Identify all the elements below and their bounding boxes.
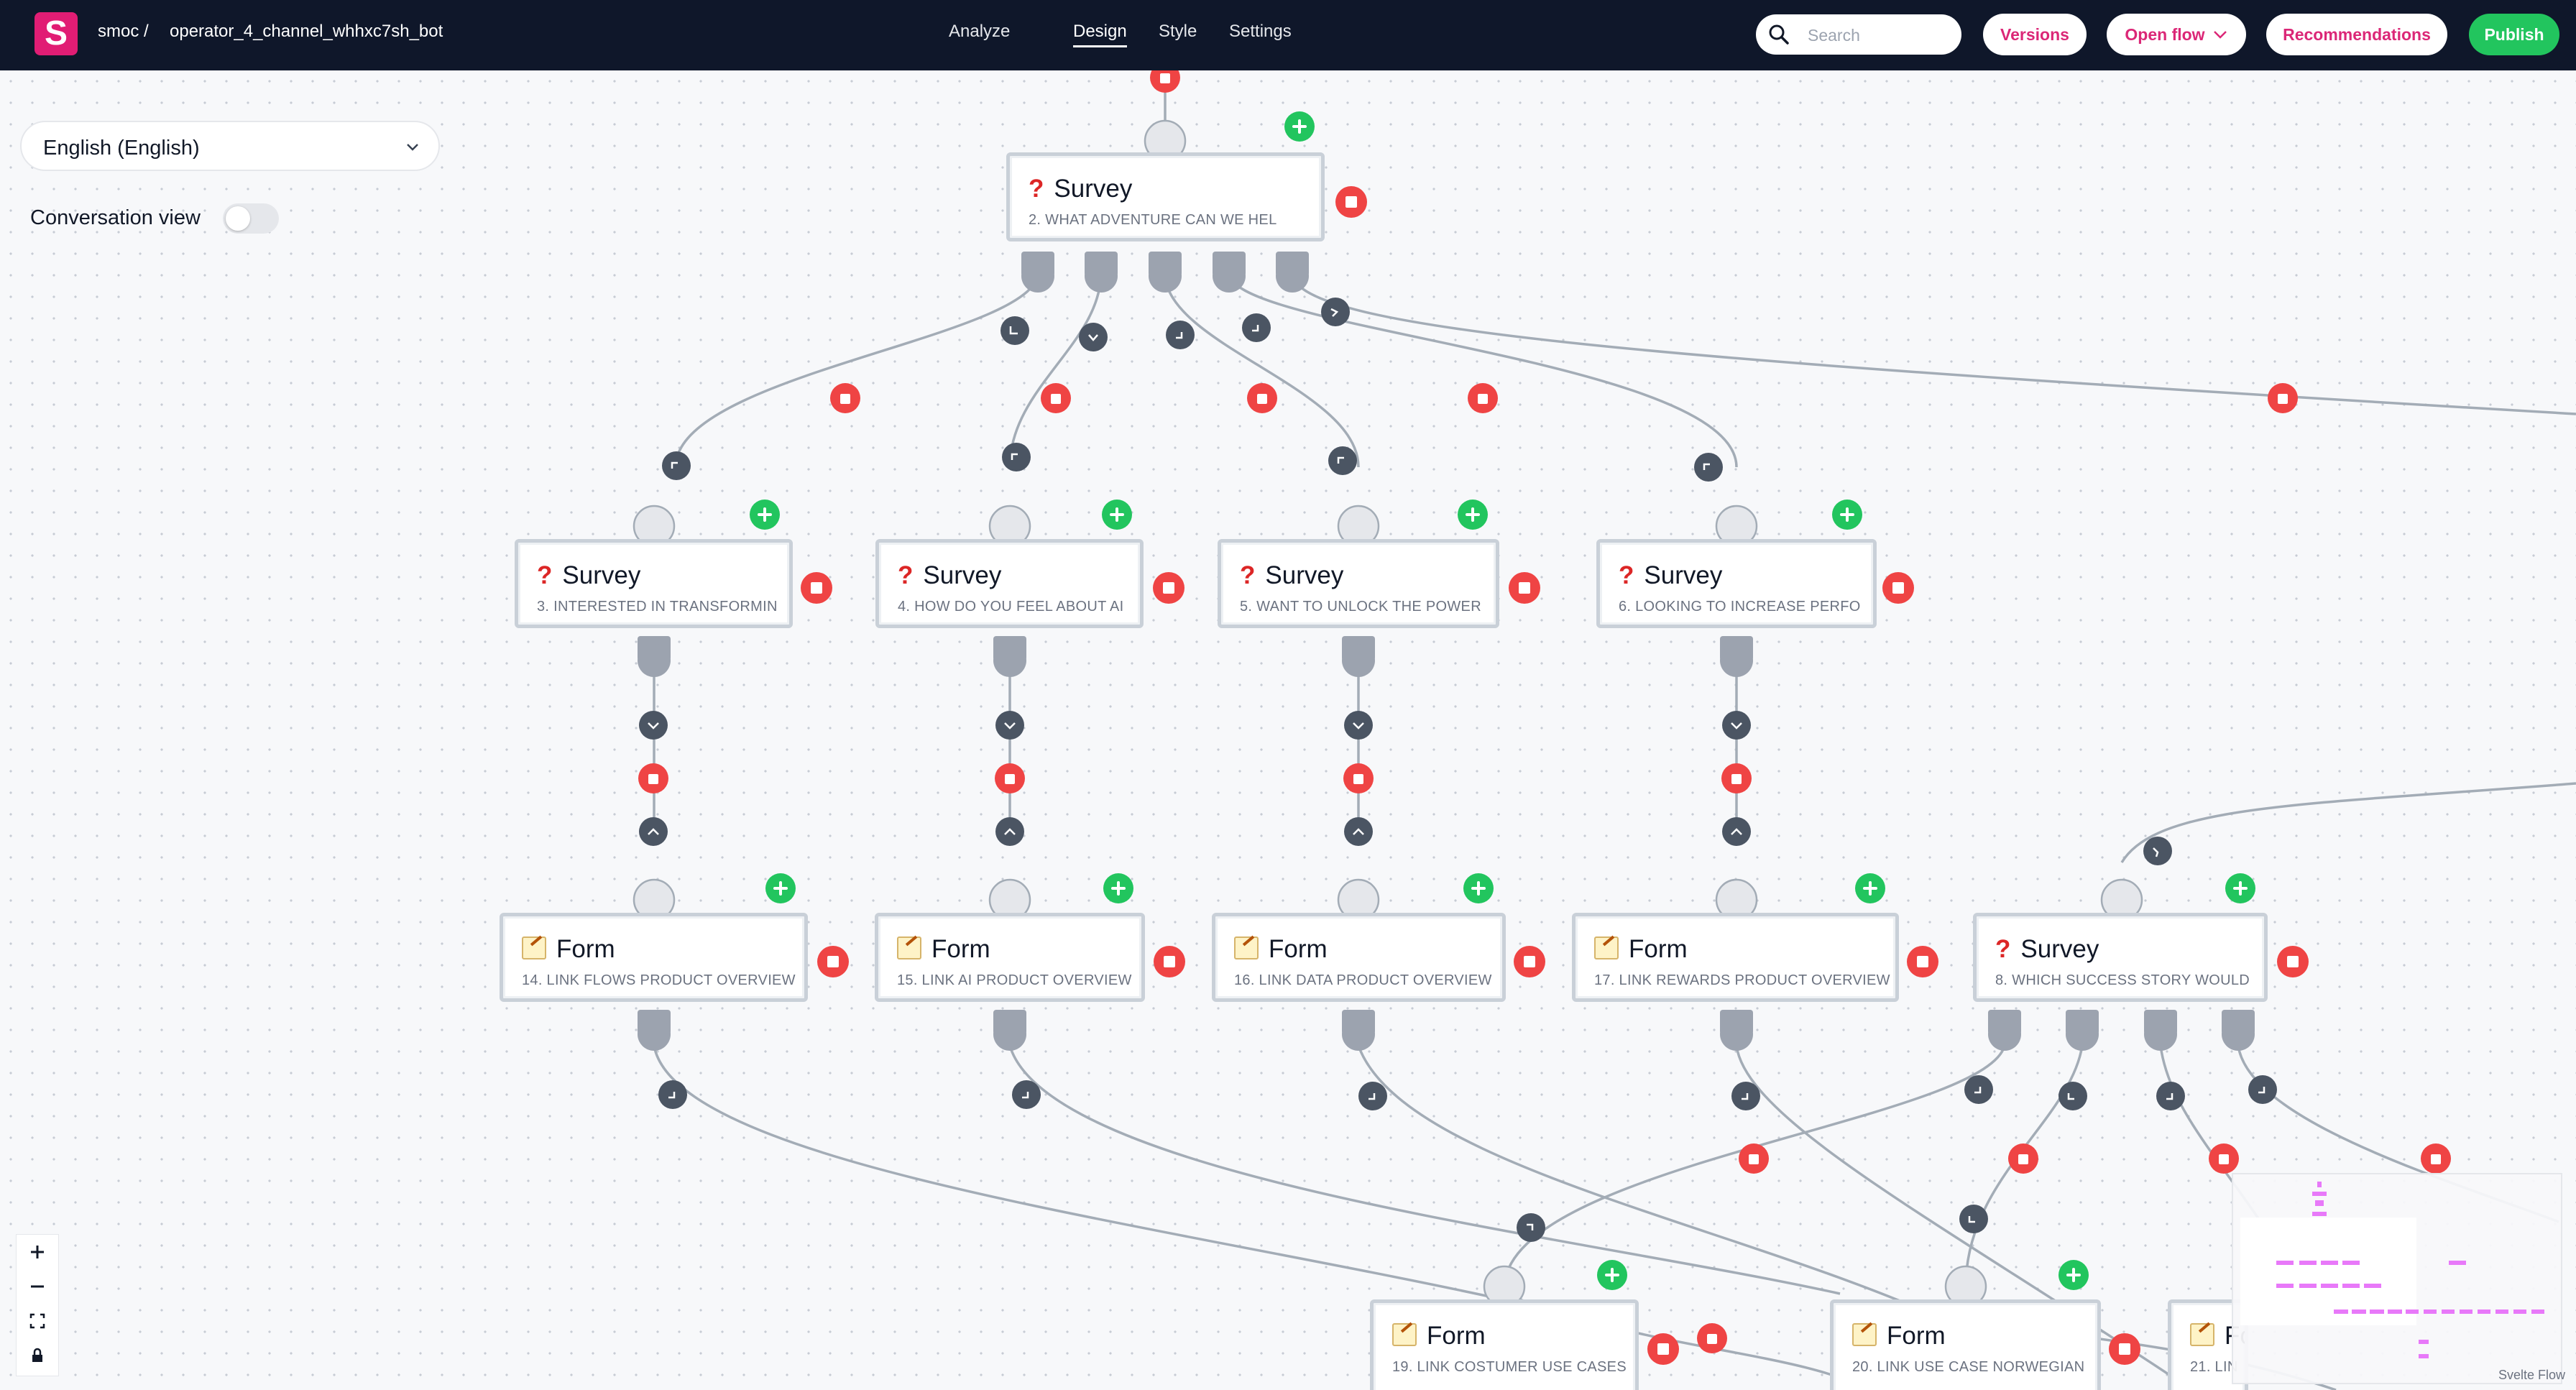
node-type: Survey xyxy=(2020,935,2099,963)
versions-button[interactable]: Versions xyxy=(1983,14,2087,55)
app-logo[interactable]: S xyxy=(34,12,78,55)
form-icon xyxy=(522,936,546,959)
language-select[interactable]: English (English) xyxy=(20,121,440,171)
conversation-view-label: Conversation view xyxy=(30,206,201,229)
top-bar: S smoc / operator_4_channel_whhxc7sh_bot… xyxy=(0,0,2576,70)
node-subtitle: 19. LINK COSTUMER USE CASES xyxy=(1392,1359,1627,1375)
node-subtitle: 2. WHAT ADVENTURE CAN WE HEL xyxy=(1029,212,1277,228)
node-type: Survey xyxy=(1644,561,1723,589)
node-type: Form xyxy=(1887,1322,1946,1350)
node-type: Form xyxy=(1629,935,1688,963)
form-icon xyxy=(1852,1323,1877,1346)
lock-button[interactable] xyxy=(17,1338,58,1373)
form-icon xyxy=(897,936,921,959)
tab-design[interactable]: Design xyxy=(1073,22,1127,47)
zoom-in-button[interactable] xyxy=(17,1235,58,1269)
form-icon xyxy=(2190,1323,2214,1346)
node-subtitle: 15. LINK AI PRODUCT OVERVIEW xyxy=(897,972,1132,988)
language-select-value: English (English) xyxy=(43,137,200,160)
node-form-17[interactable]: Form 17. LINK REWARDS PRODUCT OVERVIEW xyxy=(1572,913,1899,1002)
node-survey-5[interactable]: ? Survey 5. WANT TO UNLOCK THE POWER xyxy=(1218,539,1499,628)
node-subtitle: 16. LINK DATA PRODUCT OVERVIEW xyxy=(1234,972,1492,988)
fit-view-icon xyxy=(29,1313,45,1329)
node-type: Form xyxy=(1427,1322,1486,1350)
fit-view-button[interactable] xyxy=(17,1304,58,1338)
lock-icon xyxy=(32,1348,42,1362)
node-survey-2[interactable]: ? Survey 2. WHAT ADVENTURE CAN WE HEL xyxy=(1006,152,1325,241)
zoom-out-icon xyxy=(31,1285,44,1288)
survey-icon: ? xyxy=(1995,935,2011,963)
tab-style[interactable]: Style xyxy=(1159,22,1197,42)
node-type: Survey xyxy=(1054,175,1133,203)
open-flow-label: Open flow xyxy=(2125,24,2205,44)
versions-label: Versions xyxy=(2000,24,2069,44)
recommendations-label: Recommendations xyxy=(2283,24,2431,44)
survey-icon: ? xyxy=(1029,175,1044,203)
open-flow-button[interactable]: Open flow xyxy=(2107,14,2246,55)
survey-icon: ? xyxy=(1240,561,1256,589)
minimap-preview xyxy=(2233,1174,2561,1383)
tab-analyze[interactable]: Analyze xyxy=(949,22,1010,42)
node-subtitle: 8. WHICH SUCCESS STORY WOULD xyxy=(1995,972,2250,988)
search-box[interactable] xyxy=(1756,14,1961,55)
node-survey-4[interactable]: ? Survey 4. HOW DO YOU FEEL ABOUT AI xyxy=(875,539,1144,628)
node-form-14[interactable]: Form 14. LINK FLOWS PRODUCT OVERVIEW xyxy=(500,913,808,1002)
node-type: Form xyxy=(556,935,615,963)
zoom-out-button[interactable] xyxy=(17,1269,58,1304)
node-subtitle: 5. WANT TO UNLOCK THE POWER xyxy=(1240,599,1481,615)
flow-canvas[interactable]: ? Survey 2. WHAT ADVENTURE CAN WE HEL ? Su… xyxy=(0,70,2576,1390)
zoom-controls xyxy=(16,1234,59,1376)
chevron-down-icon xyxy=(407,144,418,151)
node-subtitle: 21. LIN xyxy=(2190,1359,2238,1375)
node-form-20[interactable]: Form 20. LINK USE CASE NORWEGIAN xyxy=(1830,1299,2101,1390)
minimap[interactable] xyxy=(2232,1173,2562,1384)
minimap-attribution[interactable]: Svelte Flow xyxy=(2498,1368,2565,1383)
search-icon xyxy=(1769,24,1789,45)
zoom-in-icon xyxy=(31,1246,44,1258)
node-type: Form xyxy=(932,935,990,963)
node-type: Survey xyxy=(923,561,1002,589)
publish-label: Publish xyxy=(2484,24,2544,44)
recommendations-button[interactable]: Recommendations xyxy=(2266,14,2447,55)
breadcrumb-workspace[interactable]: smoc / xyxy=(98,22,149,42)
node-subtitle: 14. LINK FLOWS PRODUCT OVERVIEW xyxy=(522,972,796,988)
node-type: Form xyxy=(1269,935,1328,963)
node-survey-8[interactable]: ? Survey 8. WHICH SUCCESS STORY WOULD xyxy=(1973,913,2268,1002)
node-form-19[interactable]: Form 19. LINK COSTUMER USE CASES xyxy=(1370,1299,1639,1390)
node-survey-3[interactable]: ? Survey 3. INTERESTED IN TRANSFORMIN xyxy=(515,539,793,628)
node-form-16[interactable]: Form 16. LINK DATA PRODUCT OVERVIEW xyxy=(1212,913,1506,1002)
search-input[interactable] xyxy=(1806,23,1953,47)
breadcrumb-project[interactable]: operator_4_channel_whhxc7sh_bot xyxy=(170,22,443,42)
node-delete-icons xyxy=(750,111,2309,1365)
chevron-down-icon xyxy=(2213,31,2227,39)
node-survey-6[interactable]: ? Survey 6. LOOKING TO INCREASE PERFO xyxy=(1596,539,1877,628)
publish-button[interactable]: Publish xyxy=(2469,14,2559,55)
node-type: Survey xyxy=(1265,561,1344,589)
survey-icon: ? xyxy=(1619,561,1634,589)
node-subtitle: 4. HOW DO YOU FEEL ABOUT AI xyxy=(898,599,1124,615)
node-subtitle: 6. LOOKING TO INCREASE PERFO xyxy=(1619,599,1861,615)
conversation-view-toggle[interactable] xyxy=(223,203,279,234)
form-icon xyxy=(1392,1323,1417,1346)
node-subtitle: 17. LINK REWARDS PRODUCT OVERVIEW xyxy=(1594,972,1890,988)
tab-settings[interactable]: Settings xyxy=(1229,22,1292,42)
form-icon xyxy=(1594,936,1619,959)
form-icon xyxy=(1234,936,1259,959)
node-subtitle: 3. INTERESTED IN TRANSFORMIN xyxy=(537,599,778,615)
node-form-15[interactable]: Form 15. LINK AI PRODUCT OVERVIEW xyxy=(875,913,1145,1002)
flow-nodes: ? Survey 2. WHAT ADVENTURE CAN WE HEL ? Su… xyxy=(0,70,2576,1390)
survey-icon: ? xyxy=(537,561,553,589)
node-subtitle: 20. LINK USE CASE NORWEGIAN xyxy=(1852,1359,2085,1375)
survey-icon: ? xyxy=(898,561,914,589)
node-type: Survey xyxy=(562,561,641,589)
